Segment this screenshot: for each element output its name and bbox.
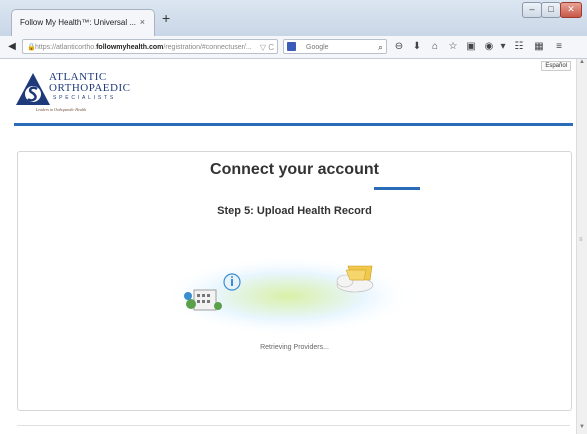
download-icon[interactable]: ⬇ [410, 39, 424, 55]
search-bar[interactable]: Google ⌕ [283, 39, 387, 54]
search-icon[interactable]: ⌕ [378, 40, 383, 55]
window-controls: – □ ✕ [522, 2, 582, 18]
footer-divider [17, 425, 570, 426]
info-marker-icon [223, 273, 241, 291]
reload-icon[interactable]: ▽ C [260, 40, 274, 53]
logo-line3: SPECIALISTS [53, 95, 117, 101]
title-accent-bar [374, 187, 420, 190]
upload-illustration [160, 256, 416, 336]
logo-tagline: Leaders in Orthopaedic Health [36, 107, 87, 112]
loading-status: Retrieving Providers... [260, 344, 329, 351]
scroll-down-icon[interactable]: ▼ [577, 424, 587, 434]
url-path: /registration/#connectuser/... [163, 44, 252, 51]
maximize-button[interactable]: □ [541, 2, 561, 18]
url-domain: followmyhealth.com [96, 44, 164, 51]
page-title: Connect your account [210, 161, 379, 178]
browser-tab[interactable]: Follow My Health™: Universal ... × [11, 9, 155, 37]
search-engine-icon[interactable] [287, 42, 296, 51]
new-tab-button[interactable]: + [162, 10, 170, 26]
menu-icon[interactable]: ≡ [552, 39, 566, 55]
bookmark-star-icon[interactable]: ☆ [446, 39, 460, 55]
home-icon[interactable]: ⌂ [428, 39, 442, 55]
connect-account-card: Connect your account Step 5: Upload Heal… [17, 151, 572, 411]
vertical-scrollbar[interactable]: ▲ ≡ ▼ [576, 59, 587, 434]
back-arrow-icon[interactable]: ◀ [4, 39, 20, 55]
site-header: ATLANTIC ORTHOPAEDIC SPECIALISTS Leaders… [0, 59, 577, 124]
logo-line2: ORTHOPAEDIC [49, 82, 131, 94]
minimize-button[interactable]: – [522, 2, 542, 18]
close-button[interactable]: ✕ [560, 2, 582, 18]
scroll-up-icon[interactable]: ▲ [577, 59, 587, 69]
browser-navbar: ◀ 🔒 https://atlanticortho.followmyhealth… [0, 36, 587, 59]
tab-title: Follow My Health™: Universal ... [20, 18, 137, 27]
atlantic-ortho-logo[interactable]: ATLANTIC ORTHOPAEDIC SPECIALISTS Leaders… [16, 71, 146, 117]
url-bar[interactable]: 🔒 https://atlanticortho.followmyhealth.c… [22, 39, 278, 54]
tab-close-icon[interactable]: × [140, 17, 145, 27]
bookmarks-list-icon[interactable]: ▣ [464, 39, 478, 55]
url-prefix: https://atlanticortho. [35, 44, 97, 51]
browser-titlebar: Follow My Health™: Universal ... × + – □… [0, 0, 587, 37]
lock-icon: 🔒 [27, 44, 36, 51]
scroll-grip-icon[interactable]: ≡ [579, 237, 585, 243]
page-viewport: ATLANTIC ORTHOPAEDIC SPECIALISTS Leaders… [0, 59, 577, 434]
logo-mark-icon [16, 73, 50, 105]
step-heading: Step 5: Upload Health Record [217, 205, 372, 217]
hospital-building-icon [184, 289, 222, 311]
language-toggle-button[interactable]: Español [541, 61, 571, 71]
pocket-icon[interactable]: ⊖ [392, 39, 406, 55]
extension-icon[interactable]: ◉ [482, 39, 496, 55]
search-placeholder: Google [306, 44, 329, 51]
grid-icon[interactable]: ▦ [532, 39, 546, 55]
header-divider [14, 123, 573, 126]
apps-icon[interactable]: ☷ [512, 39, 526, 55]
extension-dropdown-icon[interactable]: ▾ [496, 39, 510, 55]
